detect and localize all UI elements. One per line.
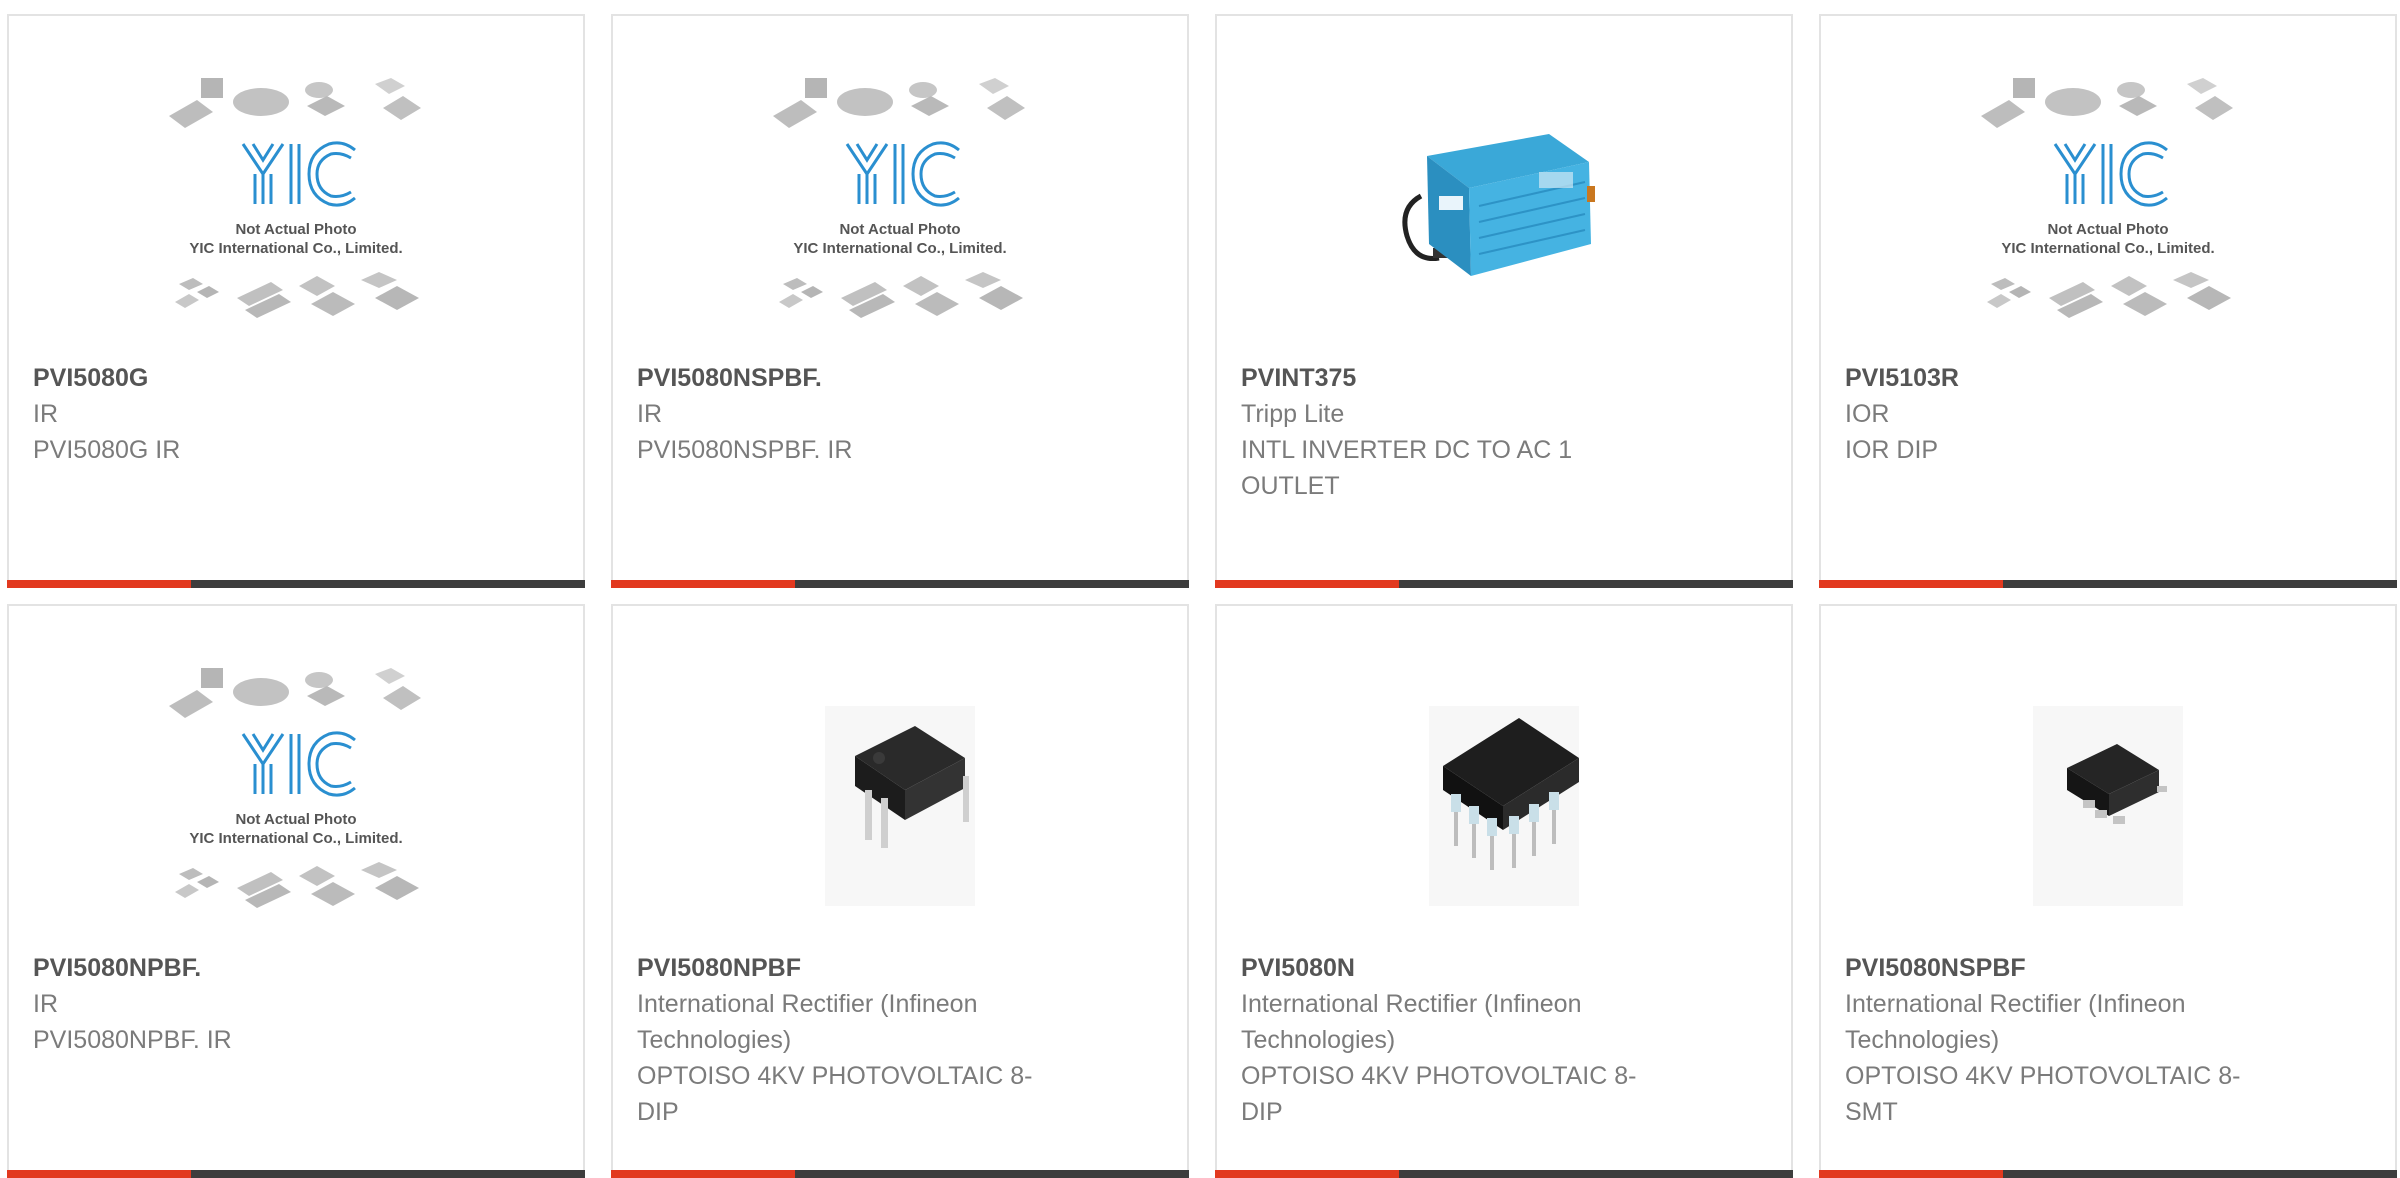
card-bottom-bar (7, 1170, 585, 1178)
card-bottom-bar (1819, 1170, 2397, 1178)
manufacturer: International Rectifier (Infineon Techno… (1845, 990, 2186, 1054)
product-image-placeholder[interactable]: Not Actual Photo YIC International Co., … (151, 76, 441, 356)
card-accent-bar (7, 580, 191, 588)
card-accent-bar (1819, 580, 2003, 588)
manufacturer: IOR (1845, 400, 1890, 428)
card-accent-bar (1215, 580, 1399, 588)
description: OPTOISO 4KV PHOTOVOLTAIC 8-DIP (1241, 1062, 1637, 1126)
manufacturer: IR (637, 400, 662, 428)
product-image-dip8-chip[interactable] (1359, 666, 1649, 946)
description: INTL INVERTER DC TO AC 1 OUTLET (1241, 436, 1573, 500)
manufacturer: Tripp Lite (1241, 400, 1345, 428)
part-number[interactable]: PVI5080NPBF. (33, 950, 559, 986)
part-number[interactable]: PVI5080NSPBF. (637, 360, 1163, 396)
description: PVI5080NPBF. IR (33, 1026, 232, 1054)
part-number[interactable]: PVINT375 (1241, 360, 1767, 396)
card-bottom-bar (611, 1170, 1189, 1178)
card-accent-bar (1215, 1170, 1399, 1178)
description: IOR DIP (1845, 436, 1939, 464)
part-number[interactable]: PVI5080N (1241, 950, 1767, 986)
placeholder-caption-1: Not Actual Photo (2047, 221, 2168, 238)
product-image-smt-chip[interactable] (1963, 666, 2253, 946)
description: OPTOISO 4KV PHOTOVOLTAIC 8-DIP (637, 1062, 1033, 1126)
card-accent-bar (611, 580, 795, 588)
product-card[interactable]: PVINT375 Tripp Lite INTL INVERTER DC TO … (1215, 14, 1793, 588)
card-accent-bar (7, 1170, 191, 1178)
product-image-dip-chip[interactable] (755, 666, 1045, 946)
manufacturer: IR (33, 400, 58, 428)
manufacturer: IR (33, 990, 58, 1018)
card-bottom-bar (7, 580, 585, 588)
part-number[interactable]: PVI5080NSPBF (1845, 950, 2371, 986)
placeholder-caption-1: Not Actual Photo (839, 221, 960, 238)
product-card[interactable]: Not Actual Photo YIC International Co., … (1819, 14, 2397, 588)
card-accent-bar (611, 1170, 795, 1178)
description: PVI5080G IR (33, 436, 181, 464)
part-number[interactable]: PVI5103R (1845, 360, 2371, 396)
product-card[interactable]: PVI5080NSPBF International Rectifier (In… (1819, 604, 2397, 1178)
card-accent-bar (1819, 1170, 2003, 1178)
placeholder-caption-2: YIC International Co., Limited. (2001, 240, 2214, 257)
product-card[interactable]: Not Actual Photo YIC International Co., … (611, 14, 1189, 588)
part-number[interactable]: PVI5080G (33, 360, 559, 396)
product-image-inverter[interactable] (1359, 76, 1649, 356)
description: OPTOISO 4KV PHOTOVOLTAIC 8-SMT (1845, 1062, 2241, 1126)
manufacturer: International Rectifier (Infineon Techno… (1241, 990, 1582, 1054)
product-card[interactable]: PVI5080N International Rectifier (Infine… (1215, 604, 1793, 1178)
product-image-placeholder[interactable]: Not Actual Photo YIC International Co., … (151, 666, 441, 946)
card-bottom-bar (1819, 580, 2397, 588)
placeholder-caption-2: YIC International Co., Limited. (189, 240, 402, 257)
product-grid: Not Actual Photo YIC International Co., … (0, 0, 2400, 1178)
placeholder-caption-2: YIC International Co., Limited. (189, 830, 402, 847)
part-number[interactable]: PVI5080NPBF (637, 950, 1163, 986)
product-image-placeholder[interactable]: Not Actual Photo YIC International Co., … (1963, 76, 2253, 356)
description: PVI5080NSPBF. IR (637, 436, 853, 464)
placeholder-caption-2: YIC International Co., Limited. (793, 240, 1006, 257)
product-card[interactable]: PVI5080NPBF International Rectifier (Inf… (611, 604, 1189, 1178)
card-bottom-bar (1215, 580, 1793, 588)
product-image-placeholder[interactable]: Not Actual Photo YIC International Co., … (755, 76, 1045, 356)
placeholder-caption-1: Not Actual Photo (235, 811, 356, 828)
product-card[interactable]: Not Actual Photo YIC International Co., … (7, 14, 585, 588)
manufacturer: International Rectifier (Infineon Techno… (637, 990, 978, 1054)
card-bottom-bar (611, 580, 1189, 588)
card-bottom-bar (1215, 1170, 1793, 1178)
product-card[interactable]: Not Actual Photo YIC International Co., … (7, 604, 585, 1178)
placeholder-caption-1: Not Actual Photo (235, 221, 356, 238)
